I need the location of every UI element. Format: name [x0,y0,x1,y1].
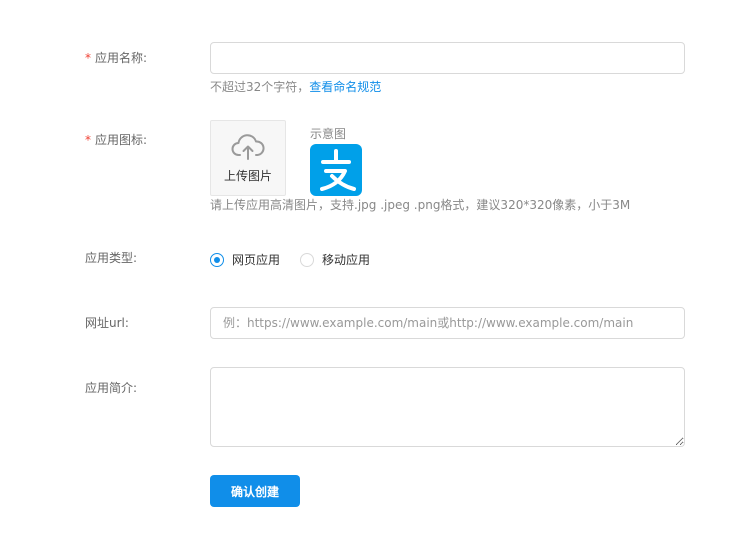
radio-mobile-app-label: 移动应用 [322,253,371,267]
app-icon-help: 请上传应用高清图片，支持.jpg .jpeg .png格式，建议320*320像… [210,198,631,212]
url-input[interactable] [210,307,685,339]
required-mark: * [85,133,91,147]
sample-label: 示意图 [310,127,347,141]
app-type-label: 应用类型: [85,251,138,265]
confirm-create-button[interactable]: 确认创建 [210,475,300,507]
app-icon-label: * 应用图标: [85,132,147,148]
radio-checked-icon[interactable] [210,252,224,267]
radio-unchecked-icon[interactable] [300,252,315,267]
app-type-radio-group: 网页应用 移动应用 [210,251,390,268]
alipay-logo-mark [320,149,356,191]
url-label: 网址url: [85,316,129,330]
app-name-help-text: 不超过32个字符， [210,80,310,94]
upload-image-button[interactable]: 上传图片 [210,120,286,196]
cloud-upload-icon [231,133,265,160]
app-icon-label-text: 应用图标: [95,133,148,147]
radio-web-app[interactable]: 网页应用 [210,251,280,268]
upload-image-label: 上传图片 [223,168,272,183]
naming-rules-link[interactable]: 查看命名规范 [309,80,381,94]
app-name-label: * 应用名称: [85,50,147,66]
description-textarea[interactable] [210,367,685,447]
required-mark: * [85,51,91,65]
app-name-label-text: 应用名称: [95,51,148,65]
radio-web-app-label: 网页应用 [232,253,281,267]
radio-mobile-app[interactable]: 移动应用 [300,251,370,268]
create-app-form: * 应用名称: 不超过32个字符，查看命名规范 * 应用图标: 上传图片 示意图 请… [0,0,745,543]
alipay-logo [310,144,362,196]
app-name-help: 不超过32个字符，查看命名规范 [210,79,381,95]
description-label: 应用简介: [85,381,138,395]
app-name-input[interactable] [210,42,685,74]
